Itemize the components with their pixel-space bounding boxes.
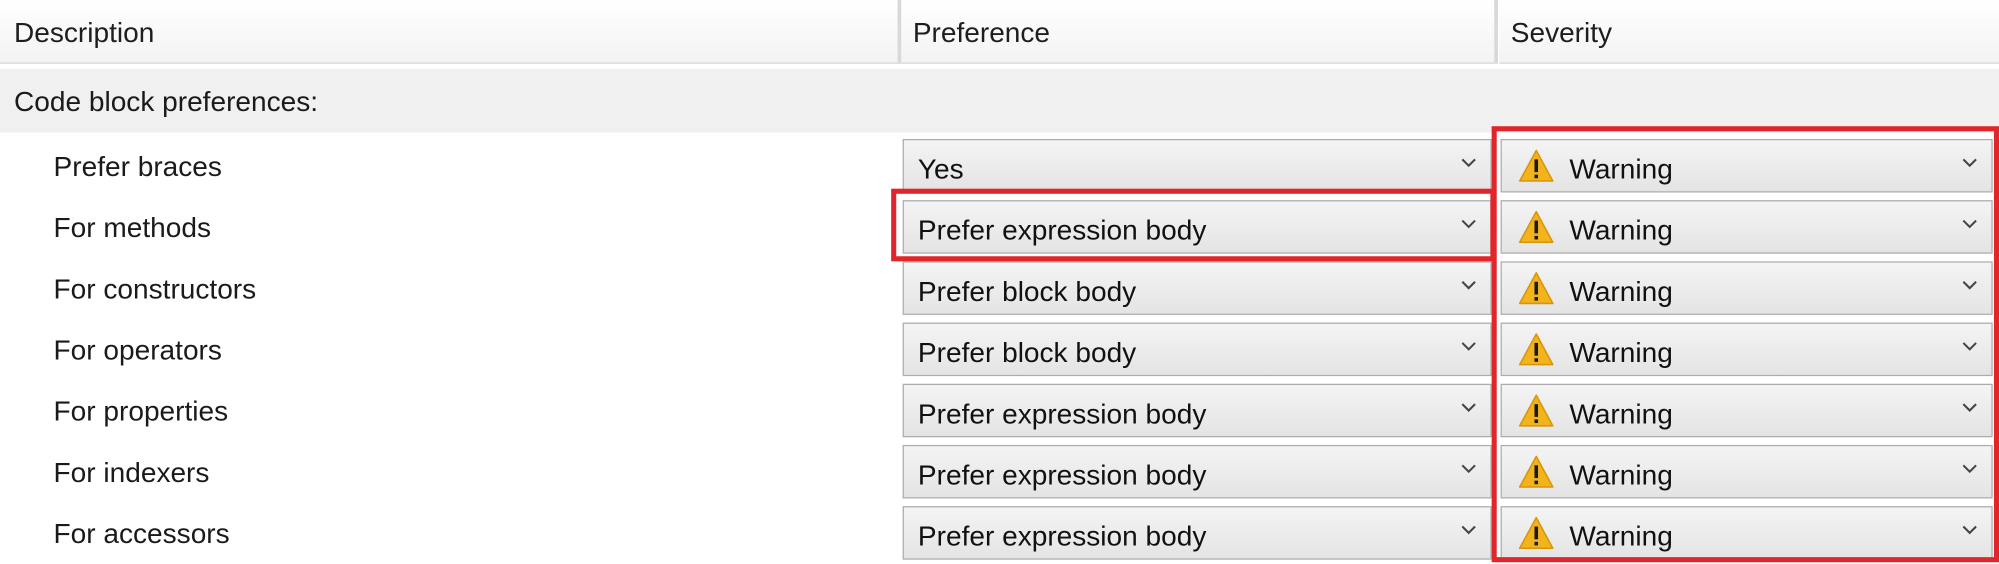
preference-dropdown[interactable]: Prefer expression body: [902, 444, 1492, 499]
severity-dropdown[interactable]: Warning: [1500, 506, 1993, 560]
column-header-severity-label: Severity: [1510, 16, 1613, 49]
chevron-down-icon: [1461, 525, 1476, 535]
chevron-down-icon: [1962, 219, 1977, 229]
chevron-down-icon: [1962, 525, 1977, 535]
preference-dropdown[interactable]: Yes: [902, 138, 1492, 193]
chevron-down-icon: [1461, 281, 1476, 290]
preference-dropdown[interactable]: Prefer block body: [902, 261, 1492, 315]
preference-value: Prefer block body: [917, 275, 1137, 308]
preference-dropdown[interactable]: Prefer expression body: [902, 506, 1492, 560]
preference-value: Yes: [917, 152, 964, 185]
option-row-for-indexers: For indexers Prefer expression body Warn…: [0, 441, 1999, 502]
column-header-preference[interactable]: Preference: [901, 0, 1495, 64]
column-header-description[interactable]: Description: [0, 0, 901, 64]
chevron-down-icon: [1461, 403, 1476, 412]
column-header-severity[interactable]: Severity: [1499, 0, 1999, 64]
warning-triangle-icon: [1518, 210, 1554, 243]
option-row-for-constructors: For constructors Prefer block body Warni…: [0, 258, 1999, 319]
column-header-preference-label: Preference: [912, 16, 1051, 49]
option-description: For operators: [53, 334, 222, 366]
preference-value: Prefer block body: [917, 336, 1137, 369]
option-row-prefer-braces: Prefer braces Yes Warning: [0, 135, 1999, 196]
option-description: For indexers: [53, 456, 210, 489]
option-row-for-accessors: For accessors Prefer expression body War…: [0, 502, 1999, 563]
column-divider[interactable]: [1494, 0, 1499, 64]
chevron-down-icon: [1962, 403, 1977, 412]
option-row-for-operators: For operators Prefer block body Warning: [0, 319, 1999, 380]
option-description: For constructors: [53, 272, 257, 305]
severity-value: Warning: [1569, 397, 1673, 430]
chevron-down-icon: [1962, 281, 1977, 290]
preference-value: Prefer expression body: [917, 520, 1207, 553]
chevron-down-icon: [1461, 464, 1476, 474]
chevron-down-icon: [1461, 158, 1476, 168]
option-description: Prefer braces: [53, 150, 222, 183]
option-row-for-methods: For methods Prefer expression body Warni…: [0, 196, 1999, 257]
column-header-description-label: Description: [14, 16, 155, 49]
code-style-options-grid: Description Preference Severity Code blo…: [0, 0, 1999, 563]
warning-triangle-icon: [1518, 272, 1554, 305]
chevron-down-icon: [1962, 342, 1977, 351]
option-description: For properties: [53, 395, 229, 428]
severity-value: Warning: [1569, 214, 1673, 247]
option-description: For accessors: [53, 517, 230, 550]
warning-triangle-icon: [1518, 149, 1554, 182]
chevron-down-icon: [1962, 158, 1977, 168]
warning-triangle-icon: [1518, 455, 1554, 488]
severity-value: Warning: [1569, 152, 1673, 185]
severity-dropdown[interactable]: Warning: [1500, 200, 1993, 254]
severity-value: Warning: [1569, 520, 1673, 553]
severity-value: Warning: [1569, 275, 1673, 308]
severity-value: Warning: [1569, 458, 1673, 491]
severity-dropdown[interactable]: Warning: [1500, 138, 1993, 193]
preference-value: Prefer expression body: [917, 214, 1207, 247]
option-description: For methods: [53, 211, 211, 244]
severity-dropdown[interactable]: Warning: [1500, 444, 1993, 499]
preference-dropdown[interactable]: Prefer expression body: [902, 200, 1492, 254]
preference-value: Prefer expression body: [917, 458, 1207, 491]
chevron-down-icon: [1962, 464, 1977, 474]
chevron-down-icon: [1461, 219, 1476, 229]
severity-dropdown[interactable]: Warning: [1500, 322, 1993, 377]
warning-triangle-icon: [1518, 516, 1554, 549]
severity-dropdown[interactable]: Warning: [1500, 383, 1993, 438]
chevron-down-icon: [1461, 342, 1476, 351]
preference-value: Prefer expression body: [917, 397, 1207, 430]
option-row-for-properties: For properties Prefer expression body Wa…: [0, 380, 1999, 441]
warning-triangle-icon: [1518, 333, 1554, 366]
preference-dropdown[interactable]: Prefer expression body: [902, 383, 1492, 438]
severity-value: Warning: [1569, 336, 1673, 369]
group-label: Code block preferences:: [14, 85, 319, 118]
preference-dropdown[interactable]: Prefer block body: [902, 322, 1492, 377]
warning-triangle-icon: [1518, 394, 1554, 427]
group-row-code-block-preferences: Code block preferences:: [0, 68, 1999, 133]
severity-dropdown[interactable]: Warning: [1500, 261, 1993, 315]
